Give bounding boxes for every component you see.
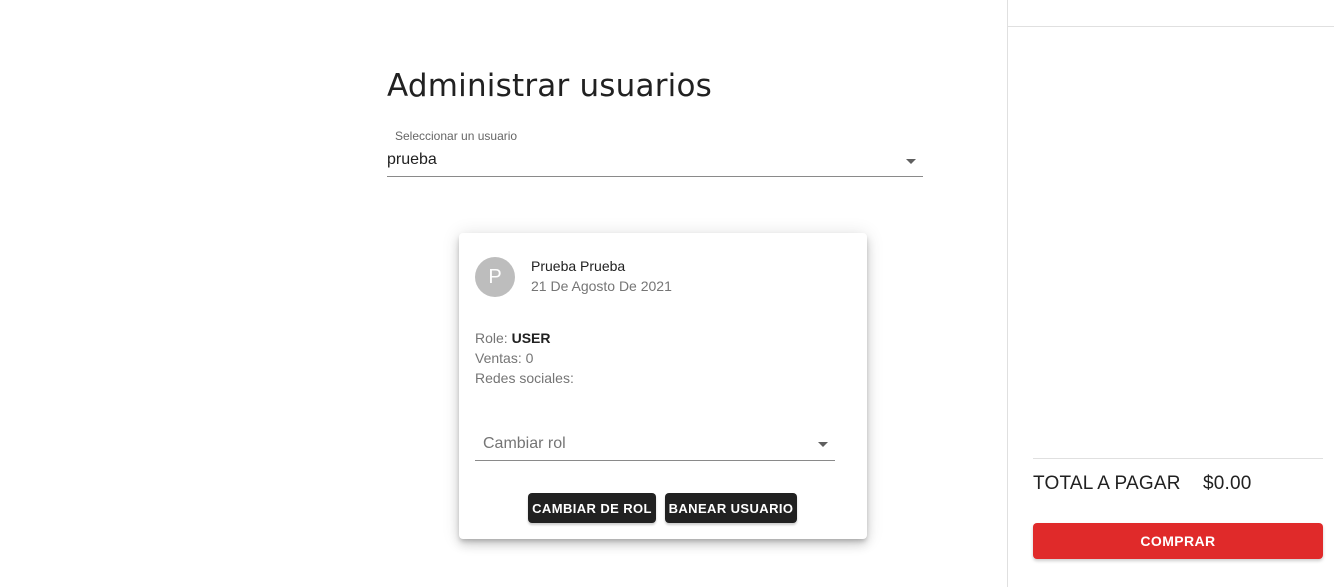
user-select[interactable]: Seleccionar un usuario prueba	[387, 126, 923, 177]
ventas-info: Ventas: 0	[475, 350, 533, 366]
user-select-label: Seleccionar un usuario	[395, 129, 518, 143]
total-label: TOTAL A PAGAR	[1033, 473, 1181, 494]
page-title: Administrar usuarios	[387, 68, 712, 104]
role-label: Role:	[475, 330, 512, 346]
cart-sidebar: TOTAL A PAGAR $0.00 COMPRAR	[1007, 0, 1334, 587]
sidebar-top-divider	[1008, 26, 1334, 27]
ban-user-button[interactable]: BANEAR USUARIO	[665, 493, 797, 523]
avatar: P	[475, 257, 515, 297]
user-select-value: prueba	[387, 151, 437, 168]
user-name: Prueba Prueba	[531, 258, 626, 274]
main-content: Administrar usuarios Seleccionar un usua…	[0, 0, 1007, 587]
redes-sociales-label: Redes sociales:	[475, 370, 574, 386]
role-value: USER	[511, 330, 551, 346]
user-date: 21 De Agosto De 2021	[531, 278, 672, 294]
change-role-button[interactable]: CAMBIAR DE ROL	[528, 493, 656, 523]
role-info: Role: USER	[475, 330, 550, 346]
user-card: P Prueba Prueba 21 De Agosto De 2021 Rol…	[459, 233, 867, 539]
buy-button[interactable]: COMPRAR	[1033, 523, 1323, 559]
change-role-placeholder: Cambiar rol	[483, 435, 566, 452]
total-value: $0.00	[1203, 473, 1252, 494]
dropdown-arrow-icon	[818, 442, 828, 447]
ventas-value: 0	[525, 350, 534, 366]
dropdown-arrow-icon	[906, 159, 916, 164]
change-role-select[interactable]: Cambiar rol	[475, 425, 835, 461]
total-divider	[1033, 458, 1323, 459]
ventas-label: Ventas:	[475, 350, 526, 366]
